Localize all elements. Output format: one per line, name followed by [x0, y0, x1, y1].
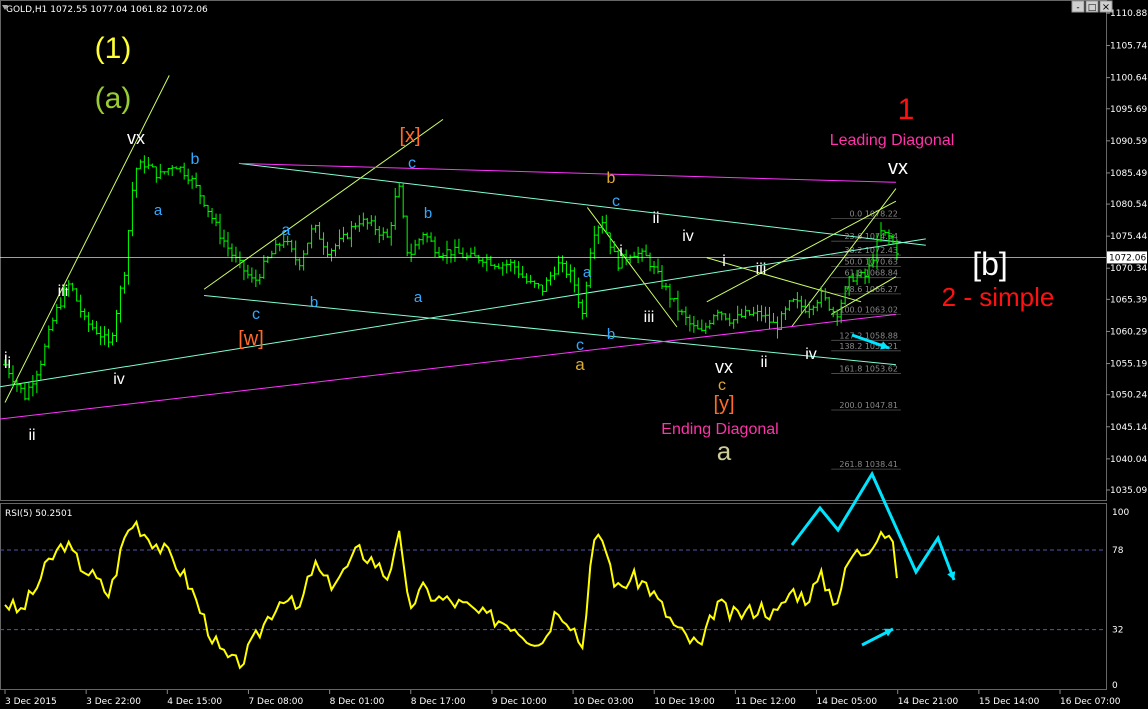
wave-label: b [310, 294, 318, 311]
wave-label: iii [644, 309, 655, 326]
time-tick-label: 3 Dec 2015 [5, 697, 57, 707]
rsi-tick-label: 0 [1112, 681, 1118, 691]
minimize-icon: - [1076, 3, 1079, 13]
time-tick-label: 14 Dec 21:00 [898, 697, 959, 707]
price-tick-label: 1055.19 [1110, 360, 1147, 370]
wave-label: [b] [972, 246, 1008, 282]
wave-label: ii [28, 427, 35, 444]
wave-label: iv [113, 371, 125, 388]
wave-label: ii [4, 355, 11, 372]
rsi-tick-label: 32 [1112, 626, 1123, 636]
rsi-tick-label: 100 [1112, 508, 1129, 518]
price-tick-label: 1075.44 [1110, 232, 1147, 242]
time-tick-label: 16 Dec 07:00 [1060, 697, 1121, 707]
price-tick-label: 1035.09 [1110, 486, 1147, 496]
wave-label: a [575, 355, 585, 374]
wave-label: a [282, 222, 291, 239]
time-tick-label: 3 Dec 22:00 [86, 697, 141, 707]
wave-label: iii [58, 283, 69, 300]
rsi-tick-label: 78 [1112, 546, 1124, 556]
wave-label: iv [805, 346, 817, 363]
window-controls: - □ × [1071, 0, 1113, 13]
wave-label: 1 [898, 93, 915, 126]
time-tick-label: 8 Dec 17:00 [411, 697, 466, 707]
price-tick-label: 1065.39 [1110, 295, 1147, 305]
wave-label: [x] [399, 125, 420, 147]
wave-label: [w] [238, 328, 264, 350]
price-chart[interactable]: 0.0 1078.2223.6 1074.6438.2 1072.4350.0 … [0, 0, 1148, 709]
fib-level-label: 261.8 1038.41 [839, 460, 898, 469]
price-tick-label: 1060.29 [1110, 327, 1147, 337]
fib-level-label: 100.0 1063.02 [839, 305, 898, 314]
wave-label: b [607, 326, 615, 343]
wave-label: ii [760, 354, 767, 371]
wave-label: b [191, 151, 200, 168]
time-tick-label: 11 Dec 12:00 [735, 697, 796, 707]
wave-label: Leading Diagonal [830, 132, 955, 149]
wave-label: 2 - simple [942, 282, 1055, 312]
price-tick-label: 1105.74 [1110, 42, 1147, 52]
wave-label: (1) [95, 32, 132, 65]
wave-label: b [607, 170, 616, 187]
chart-title: GOLD,H1 1072.55 1077.04 1061.82 1072.06 [6, 5, 208, 15]
price-tick-label: 1070.34 [1110, 264, 1147, 274]
wave-label: a [414, 289, 423, 306]
rsi-title: RSI(5) 50.2501 [5, 509, 72, 519]
wave-label: vx [888, 157, 908, 179]
price-tick-label: 1090.59 [1110, 137, 1147, 147]
fib-level-label: 78.6 1066.27 [844, 285, 897, 294]
price-tick-label: 1085.49 [1110, 169, 1147, 179]
time-tick-label: 8 Dec 01:00 [330, 697, 385, 707]
price-tick-label: 1110.88 [1110, 9, 1147, 19]
price-tick-label: 1045.14 [1110, 423, 1147, 433]
price-tick-label: 1095.69 [1110, 105, 1147, 115]
fib-level-label: 138.2 1057.21 [839, 342, 898, 351]
price-tick-label: 1050.24 [1110, 391, 1147, 401]
wave-label: a [154, 202, 163, 219]
wave-label: i [722, 253, 726, 270]
fib-level-label: 127.2 1058.88 [839, 331, 898, 340]
current-price-label: 1072.06 [1109, 253, 1146, 263]
price-tick-label: 1080.54 [1110, 200, 1147, 210]
maximize-icon: □ [1088, 3, 1097, 13]
time-tick-label: 7 Dec 08:00 [248, 697, 303, 707]
wave-label: vx [715, 357, 733, 377]
time-tick-label: 14 Dec 05:00 [817, 697, 878, 707]
time-tick-label: 15 Dec 14:00 [979, 697, 1040, 707]
fib-level-label: 61.8 1068.84 [844, 269, 897, 278]
wave-label: ii [652, 210, 659, 227]
time-tick-label: 9 Dec 10:00 [492, 697, 547, 707]
close-icon: × [1102, 2, 1110, 13]
wave-label: b [424, 205, 432, 222]
fib-level-label: 200.0 1047.81 [839, 401, 898, 410]
wave-label: c [612, 193, 620, 210]
wave-label: iv [682, 228, 694, 245]
time-tick-label: 10 Dec 03:00 [573, 697, 634, 707]
fib-level-label: 161.8 1053.62 [839, 364, 898, 373]
wave-label: (a) [95, 82, 132, 115]
wave-label: c [408, 155, 416, 172]
wave-label: a [583, 264, 592, 281]
wave-label: c [252, 306, 260, 323]
wave-label: i [619, 243, 623, 260]
wave-label: a [717, 436, 732, 466]
wave-label: vx [127, 128, 145, 148]
price-tick-label: 1040.04 [1110, 455, 1147, 465]
time-tick-label: 4 Dec 15:00 [167, 697, 222, 707]
time-tick-label: 10 Dec 19:00 [654, 697, 715, 707]
wave-label: c [576, 337, 584, 354]
wave-label: [y] [713, 393, 734, 415]
wave-label: iii [756, 261, 767, 278]
wave-label: c [718, 377, 726, 394]
price-tick-label: 1100.64 [1110, 74, 1147, 84]
